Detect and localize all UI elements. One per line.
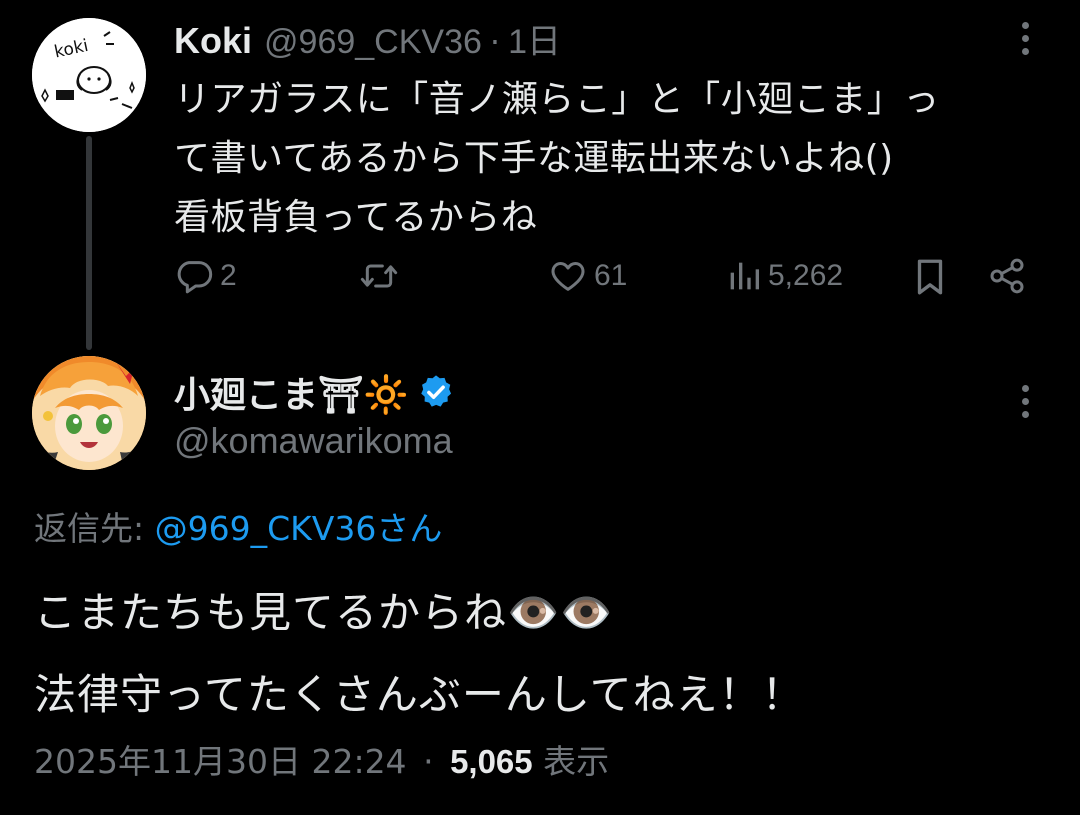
meta-separator: · [423, 742, 434, 781]
bookmark-button[interactable] [912, 256, 948, 298]
parent-more-icon[interactable] [1019, 22, 1031, 55]
parent-tweet-header: Koki @969_CKV36 · 1日 [174, 14, 561, 63]
main-author-name[interactable]: 小廻こま⛩🔆 [174, 366, 409, 418]
reply-button[interactable]: 2 [174, 256, 237, 296]
analytics-icon [730, 262, 759, 290]
koki-avatar-drawing: koki [32, 18, 146, 132]
share-button[interactable] [987, 256, 1027, 296]
koki-avatar[interactable]: koki [32, 18, 146, 132]
main-tweet-text: こまたちも見てるからね👁️👁️ 法律守ってたくさんぶーんしてねえ！！ [34, 588, 805, 719]
main-more-icon[interactable] [1019, 385, 1031, 418]
like-count: 61 [594, 259, 628, 292]
main-tweet-header: 小廻こま⛩🔆 [174, 366, 455, 418]
like-button[interactable]: 61 [548, 256, 627, 296]
parent-author-handle[interactable]: @969_CKV36 [264, 23, 482, 62]
bookmark-icon [917, 259, 943, 295]
main-author-handle[interactable]: @komawarikoma [174, 420, 453, 462]
parent-separator: · [489, 23, 501, 61]
verified-badge-icon [420, 375, 451, 407]
tweet-metadata: 2025年11月30日 22:24 · 5,065 表示 [34, 735, 609, 783]
view-count: 5,262 [768, 259, 844, 292]
parent-tweet-text: リアガラスに「音ノ瀬らこ」と「小廻こま」っ て書いてあるから下手な運転出来ないよ… [174, 79, 940, 238]
thread-connector-line [86, 136, 92, 350]
koma-avatar[interactable] [32, 356, 146, 470]
views-button[interactable]: 5,262 [726, 256, 843, 296]
reply-context: 返信先: @969_CKV36さん [34, 502, 442, 550]
share-icon [990, 258, 1024, 294]
reply-count: 2 [220, 259, 237, 292]
parent-author-name[interactable]: Koki [174, 20, 252, 62]
retweet-icon [360, 264, 398, 288]
tweet-view-count: 5,065 [450, 743, 533, 780]
tweet-view-label: 表示 [543, 742, 610, 781]
retweet-button[interactable] [357, 256, 401, 296]
reply-icon [177, 261, 213, 294]
tweet-timestamp[interactable]: 2025年11月30日 22:24 [34, 742, 407, 781]
reply-to-mention[interactable]: @969_CKV36さん [155, 509, 443, 548]
heart-icon [551, 262, 585, 291]
koma-avatar-illustration [32, 356, 146, 470]
reply-to-label: 返信先: [34, 509, 155, 548]
parent-timestamp[interactable]: 1日 [508, 14, 561, 63]
